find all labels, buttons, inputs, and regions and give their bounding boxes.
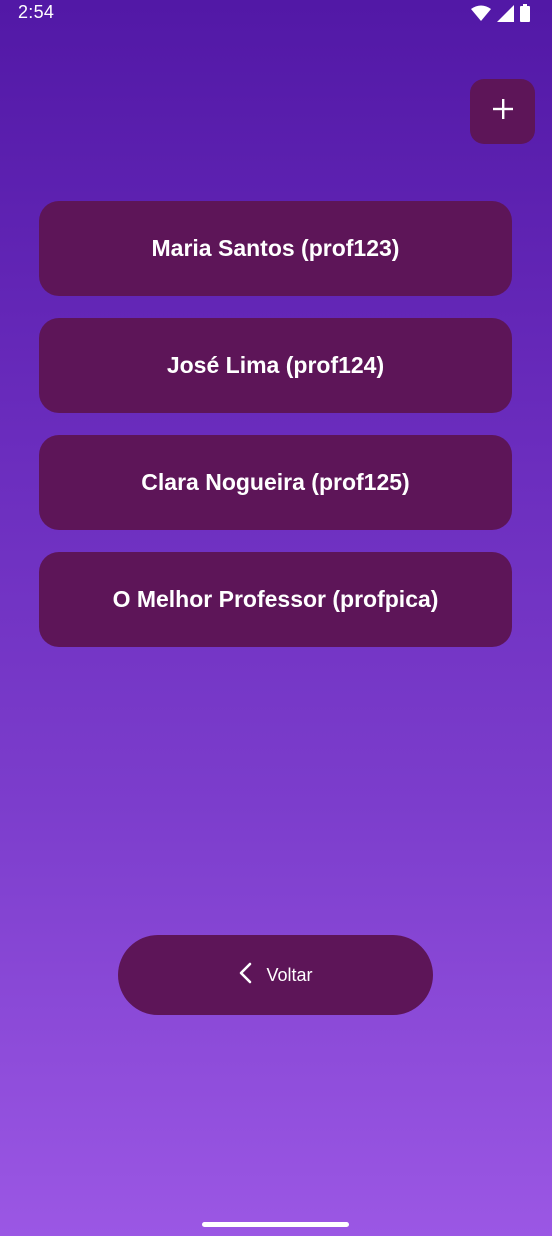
add-professor-button[interactable] [470,79,535,144]
professor-list: Maria Santos (prof123) José Lima (prof12… [39,201,512,669]
professor-item[interactable]: Clara Nogueira (prof125) [39,435,512,530]
back-button-label: Voltar [266,964,313,985]
professor-label: Maria Santos (prof123) [151,235,400,261]
professor-item[interactable]: Maria Santos (prof123) [39,201,512,296]
battery-icon [520,4,530,22]
navigation-handle[interactable] [202,1222,349,1227]
professor-item[interactable]: O Melhor Professor (profpica) [39,552,512,647]
status-icons [471,4,530,22]
plus-icon [492,98,514,125]
professor-label: José Lima (prof124) [166,352,385,378]
back-button[interactable]: Voltar [118,935,433,1015]
status-time: 2:54 [18,2,55,22]
wifi-icon [471,5,491,21]
status-bar: 2:54 [0,0,552,28]
signal-icon [497,4,514,22]
chevron-left-icon [238,962,252,989]
professor-item[interactable]: José Lima (prof124) [39,318,512,413]
professor-label: O Melhor Professor (profpica) [112,586,439,612]
professor-label: Clara Nogueira (prof125) [141,469,410,495]
